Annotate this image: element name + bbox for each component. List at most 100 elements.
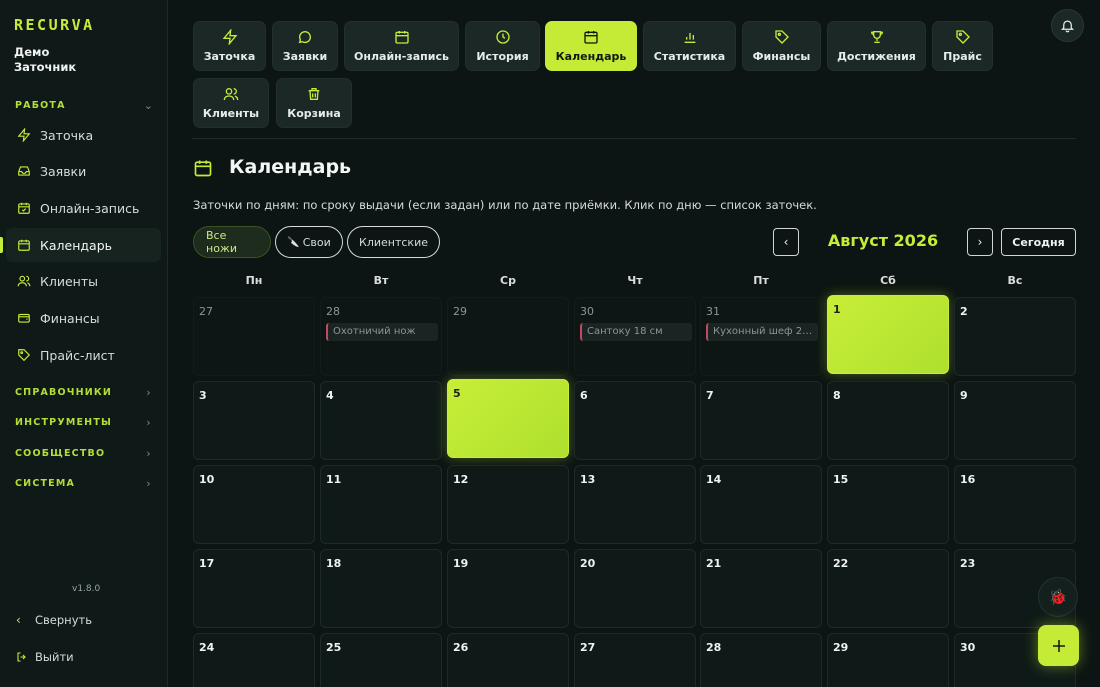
sidebar-item-label: Клиенты	[40, 273, 99, 289]
day-number: 3	[199, 389, 207, 402]
sidebar-item-finance[interactable]: Финансы	[6, 301, 161, 335]
day-number: 4	[326, 389, 334, 402]
sidebar-item-calendar[interactable]: Календарь	[6, 228, 161, 262]
tab-price[interactable]: Прайс	[932, 21, 993, 71]
tab-clients[interactable]: Клиенты	[193, 78, 269, 128]
notifications-button[interactable]	[1051, 9, 1084, 42]
add-button[interactable]	[1038, 625, 1079, 666]
calendar-day-cell[interactable]: 12	[447, 465, 569, 544]
calendar-day-cell[interactable]: 28	[700, 633, 822, 687]
trophy-icon	[869, 29, 885, 45]
section-tools[interactable]: ИНСТРУМЕНТЫ ›	[15, 415, 155, 429]
calendar-day-cell[interactable]: 8	[827, 381, 949, 460]
section-work[interactable]: РАБОТА ⌄	[15, 98, 155, 112]
calendar-day-cell[interactable]: 26	[447, 633, 569, 687]
day-number: 11	[326, 473, 342, 486]
day-number: 28	[706, 641, 722, 654]
tab-calendar[interactable]: Календарь	[545, 21, 637, 71]
calendar-day-cell[interactable]: 30 Сантоку 18 см	[574, 297, 696, 376]
section-system[interactable]: СИСТЕМА ›	[15, 476, 155, 490]
day-number: 24	[199, 641, 215, 654]
day-number: 9	[960, 389, 968, 402]
bell-icon	[1060, 18, 1075, 33]
tab-label: Корзина	[287, 107, 341, 120]
day-number: 8	[833, 389, 841, 402]
today-button[interactable]: Сегодня	[1001, 228, 1076, 256]
next-month-button[interactable]: ›	[967, 228, 993, 256]
user-name-line2: Заточник	[14, 60, 77, 74]
tab-online-booking[interactable]: Онлайн-запись	[344, 21, 459, 71]
calendar-day-cell[interactable]: 13	[574, 465, 696, 544]
day-number: 10	[199, 473, 215, 486]
sidebar-item-sharpening[interactable]: Заточка	[6, 118, 161, 152]
calendar-day-cell[interactable]: 29	[447, 297, 569, 376]
calendar-day-cell[interactable]: 28 Охотничий нож	[320, 297, 442, 376]
weekday-sat: Сб	[880, 274, 896, 287]
calendar-day-cell[interactable]: 11	[320, 465, 442, 544]
knife-icon: 🔪	[287, 236, 300, 248]
app-logo[interactable]: RECURVA	[14, 16, 95, 34]
tab-trash[interactable]: Корзина	[276, 78, 352, 128]
day-number: 5	[453, 387, 461, 400]
users-icon	[16, 273, 32, 289]
calendar-day-cell[interactable]: 4	[320, 381, 442, 460]
report-bug-button[interactable]: 🐞	[1038, 577, 1078, 617]
calendar-day-cell[interactable]: 1	[827, 295, 949, 374]
collapse-button[interactable]: ‹ Свернуть	[16, 613, 92, 627]
calendar-day-cell[interactable]: 17	[193, 549, 315, 628]
tab-requests[interactable]: Заявки	[272, 21, 338, 71]
calendar-day-cell[interactable]: 27	[574, 633, 696, 687]
calendar-day-cell[interactable]: 2	[954, 297, 1076, 376]
sidebar-item-online-booking[interactable]: Онлайн-запись	[6, 191, 161, 225]
sidebar-item-clients[interactable]: Клиенты	[6, 264, 161, 298]
tab-history[interactable]: История	[465, 21, 540, 71]
day-number: 19	[453, 557, 469, 570]
calendar-day-cell[interactable]: 18	[320, 549, 442, 628]
calendar-event[interactable]: Охотничий нож	[326, 323, 438, 341]
day-number: 18	[326, 557, 342, 570]
chevron-right-icon: ›	[146, 385, 152, 399]
tab-finance[interactable]: Финансы	[742, 21, 821, 71]
calendar-day-cell[interactable]: 27	[193, 297, 315, 376]
calendar-day-cell[interactable]: 19	[447, 549, 569, 628]
day-number: 21	[706, 557, 722, 570]
tab-label: Прайс	[943, 50, 982, 63]
calendar-day-cell[interactable]: 9	[954, 381, 1076, 460]
calendar-day-cell[interactable]: 31 Кухонный шеф 20 см	[700, 297, 822, 376]
tab-sharpening[interactable]: Заточка	[193, 21, 266, 71]
calendar-event[interactable]: Сантоку 18 см	[580, 323, 692, 341]
filter-client[interactable]: Клиентские	[347, 226, 440, 258]
chevron-right-icon: ›	[146, 446, 152, 460]
sidebar-item-requests[interactable]: Заявки	[6, 154, 161, 188]
tab-statistics[interactable]: Статистика	[643, 21, 736, 71]
calendar-event[interactable]: Кухонный шеф 20 см	[706, 323, 818, 341]
calendar-day-cell[interactable]: 3	[193, 381, 315, 460]
calendar-day-cell[interactable]: 16	[954, 465, 1076, 544]
logout-button[interactable]: Выйти	[16, 650, 74, 664]
calendar-day-cell[interactable]: 15	[827, 465, 949, 544]
calendar-day-cell[interactable]: 25	[320, 633, 442, 687]
sidebar-item-pricelist[interactable]: Прайс-лист	[6, 338, 161, 372]
prev-month-button[interactable]: ‹	[773, 228, 799, 256]
calendar-day-cell[interactable]: 24	[193, 633, 315, 687]
calendar-day-cell[interactable]: 21	[700, 549, 822, 628]
tab-achievements[interactable]: Достижения	[827, 21, 926, 71]
clock-icon	[495, 29, 511, 45]
calendar-day-cell[interactable]: 14	[700, 465, 822, 544]
weekday-mon: Пн	[245, 274, 263, 287]
calendar-day-cell[interactable]: 20	[574, 549, 696, 628]
chevron-left-icon: ‹	[16, 613, 21, 627]
section-community[interactable]: СООБЩЕСТВО ›	[15, 446, 155, 460]
filter-all-knives[interactable]: Все ножи	[193, 226, 271, 258]
calendar-day-cell[interactable]: 5	[447, 379, 569, 458]
calendar-day-cell[interactable]: 29	[827, 633, 949, 687]
weekday-fri: Пт	[753, 274, 769, 287]
section-references[interactable]: СПРАВОЧНИКИ ›	[15, 385, 155, 399]
calendar-day-cell[interactable]: 6	[574, 381, 696, 460]
calendar-day-cell[interactable]: 22	[827, 549, 949, 628]
calendar-day-cell[interactable]: 7	[700, 381, 822, 460]
filter-own[interactable]: 🔪 Свои	[275, 226, 343, 258]
calendar-day-cell[interactable]: 10	[193, 465, 315, 544]
sidebar-item-label: Прайс-лист	[40, 347, 115, 363]
tab-label: Достижения	[837, 50, 916, 63]
